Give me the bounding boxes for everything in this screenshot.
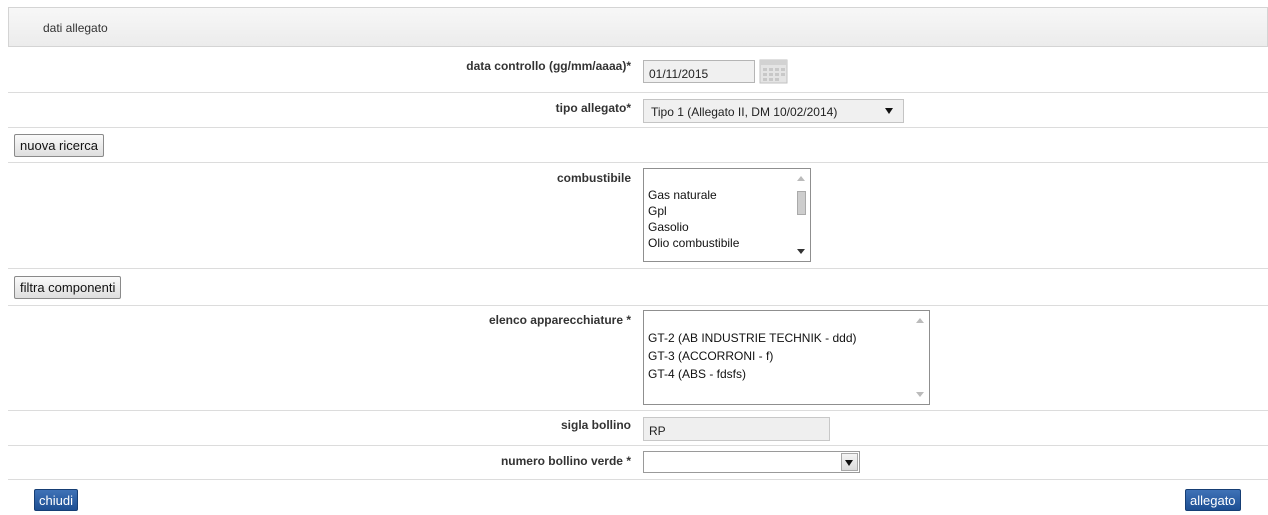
divider bbox=[8, 410, 1268, 411]
section-title: dati allegato bbox=[43, 21, 108, 35]
data-controllo-input[interactable] bbox=[643, 60, 755, 83]
nuova-ricerca-button[interactable]: nuova ricerca bbox=[14, 134, 105, 157]
elenco-apparecchiature-listbox[interactable]: GT-2 (AB INDUSTRIE TECHNIK - ddd) GT-3 (… bbox=[643, 310, 930, 405]
tipo-allegato-value: Tipo 1 (Allegato II, DM 10/02/2014) bbox=[651, 105, 838, 119]
chiudi-button[interactable]: chiudi bbox=[34, 489, 78, 511]
allegato-button[interactable]: allegato bbox=[1185, 489, 1241, 511]
chevron-down-icon bbox=[885, 108, 893, 114]
numero-bollino-verde-label: numero bollino verde * bbox=[500, 454, 631, 468]
sigla-bollino-field: RP bbox=[643, 417, 830, 441]
list-item[interactable]: GT-3 (ACCORRONI - f) bbox=[644, 347, 929, 365]
list-item[interactable]: Gasolio bbox=[644, 219, 810, 235]
scroll-up-icon[interactable] bbox=[797, 176, 805, 181]
combustibile-listbox[interactable]: Gas naturale Gpl Gasolio Olio combustibi… bbox=[643, 168, 811, 262]
scrollbar[interactable] bbox=[912, 311, 929, 404]
list-item[interactable]: GT-2 (AB INDUSTRIE TECHNIK - ddd) bbox=[644, 329, 929, 347]
elenco-apparecchiature-label: elenco apparecchiature * bbox=[488, 313, 631, 327]
divider bbox=[8, 162, 1268, 163]
scroll-thumb[interactable] bbox=[797, 191, 806, 215]
list-item[interactable]: Gpl bbox=[644, 203, 810, 219]
list-item[interactable]: Gas naturale bbox=[644, 187, 810, 203]
tipo-allegato-select[interactable]: Tipo 1 (Allegato II, DM 10/02/2014) bbox=[643, 99, 904, 123]
divider bbox=[8, 305, 1268, 306]
divider bbox=[8, 479, 1268, 480]
divider bbox=[8, 92, 1268, 93]
scroll-down-icon[interactable] bbox=[916, 392, 924, 397]
calendar-icon[interactable] bbox=[759, 59, 788, 84]
scroll-down-icon[interactable] bbox=[797, 249, 805, 254]
tipo-allegato-label: tipo allegato* bbox=[555, 101, 631, 115]
sigla-bollino-label: sigla bollino bbox=[560, 418, 631, 432]
numero-bollino-verde-select[interactable] bbox=[643, 451, 860, 473]
list-item[interactable]: Olio combustibile bbox=[644, 235, 810, 251]
filtra-componenti-button[interactable]: filtra componenti bbox=[14, 276, 122, 299]
divider bbox=[8, 445, 1268, 446]
combustibile-label: combustibile bbox=[556, 171, 631, 185]
sigla-bollino-value: RP bbox=[649, 424, 666, 438]
list-item[interactable]: GT-4 (ABS - fdsfs) bbox=[644, 365, 929, 383]
scroll-up-icon[interactable] bbox=[916, 318, 924, 323]
divider bbox=[8, 268, 1268, 269]
data-controllo-label: data controllo (gg/mm/aaaa)* bbox=[466, 59, 631, 73]
dropdown-button[interactable] bbox=[841, 453, 858, 471]
divider bbox=[8, 127, 1268, 128]
chevron-down-icon bbox=[845, 460, 853, 466]
section-header: dati allegato bbox=[8, 7, 1268, 47]
scrollbar[interactable] bbox=[793, 169, 810, 261]
